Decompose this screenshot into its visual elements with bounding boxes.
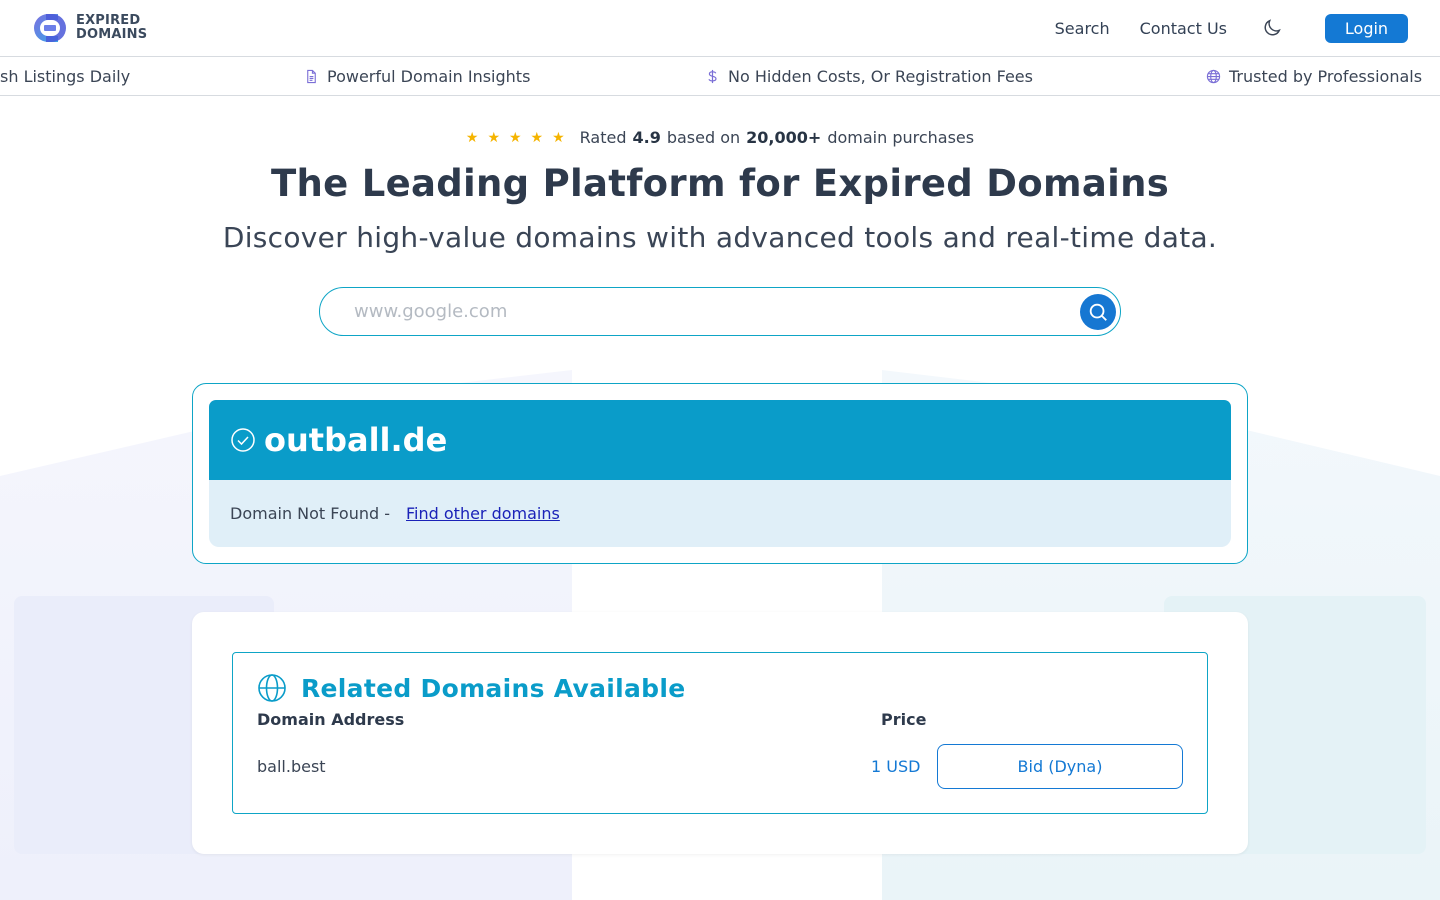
- ticker-label: Trusted by Professionals: [1229, 67, 1423, 86]
- page-title: The Leading Platform for Expired Domains: [270, 162, 1170, 205]
- rating-mid: based on: [666, 128, 741, 147]
- find-other-domains-link[interactable]: Find other domains: [406, 504, 560, 523]
- related-domains-title: Related Domains Available: [301, 673, 686, 703]
- related-domains-section: Related Domains Available Domain Address…: [192, 612, 1248, 854]
- check-circle-icon: [231, 428, 255, 452]
- globe-icon: [258, 674, 286, 702]
- ticker-label: Powerful Domain Insights: [327, 67, 531, 86]
- column-header-price: Price: [881, 710, 927, 729]
- rating-prefix: Rated: [579, 128, 627, 147]
- logo-mark-icon: [34, 14, 66, 42]
- ticker-label: sh Listings Daily: [0, 67, 131, 86]
- related-domains-table: Related Domains Available Domain Address…: [232, 652, 1208, 814]
- ticker-item: No Hidden Costs, Or Registration Fees: [705, 67, 1033, 86]
- feature-ticker: sh Listings Daily Powerful Domain Insigh…: [0, 57, 1440, 96]
- search-submit-button[interactable]: [1080, 293, 1116, 330]
- table-header: Domain Address Price: [257, 710, 1183, 729]
- domain-search-input[interactable]: [354, 301, 1034, 322]
- main-nav: Search Contact Us Login: [1055, 13, 1408, 43]
- ticker-item: Powerful Domain Insights: [304, 67, 530, 86]
- dark-mode-moon-icon[interactable]: [1261, 17, 1283, 39]
- rating-suffix: domain purchases: [827, 128, 975, 147]
- search-icon: [1089, 303, 1107, 321]
- column-header-domain: Domain Address: [257, 710, 405, 729]
- table-row: ball.best 1 USD Bid (Dyna): [257, 744, 1183, 789]
- login-button[interactable]: Login: [1325, 13, 1408, 43]
- domain-result-status: Domain Not Found - Find other domains: [209, 480, 1231, 547]
- logo-text: EXPIRED DOMAINS: [76, 13, 148, 42]
- rating-line: ★★★★★ Rated 4.9 based on 20,000+ domain …: [0, 128, 1440, 147]
- bid-button[interactable]: Bid (Dyna): [937, 744, 1183, 789]
- top-navbar: EXPIRED DOMAINS Search Contact Us Login: [0, 0, 1440, 57]
- domain-result-header: outball.de: [209, 400, 1231, 480]
- ticker-label: No Hidden Costs, Or Registration Fees: [728, 67, 1033, 86]
- globe-icon: [1206, 69, 1221, 84]
- page-subtitle: Discover high-value domains with advance…: [222, 221, 1218, 254]
- related-domain-price: 1 USD: [871, 757, 921, 776]
- domain-status-text: Domain Not Found -: [230, 504, 391, 523]
- logo[interactable]: EXPIRED DOMAINS: [32, 12, 147, 44]
- document-icon: [307, 69, 316, 84]
- nav-contact-link[interactable]: Contact Us: [1140, 19, 1227, 38]
- dollar-icon: [708, 69, 717, 84]
- nav-search-link[interactable]: Search: [1055, 19, 1110, 38]
- domain-result-card: outball.de Domain Not Found - Find other…: [192, 383, 1248, 564]
- ticker-item: Trusted by Professionals: [1206, 67, 1422, 86]
- related-domains-heading: Related Domains Available: [257, 673, 1183, 703]
- searched-domain: outball.de: [264, 421, 448, 459]
- related-domain-name: ball.best: [257, 757, 326, 776]
- rating-count: 20,000+: [746, 128, 822, 147]
- star-rating-icons: ★★★★★: [465, 129, 574, 146]
- domain-search-bar: [319, 287, 1121, 336]
- ticker-item: sh Listings Daily: [0, 67, 130, 86]
- hero-section: ★★★★★ Rated 4.9 based on 20,000+ domain …: [0, 128, 1440, 336]
- rating-value: 4.9: [632, 128, 661, 147]
